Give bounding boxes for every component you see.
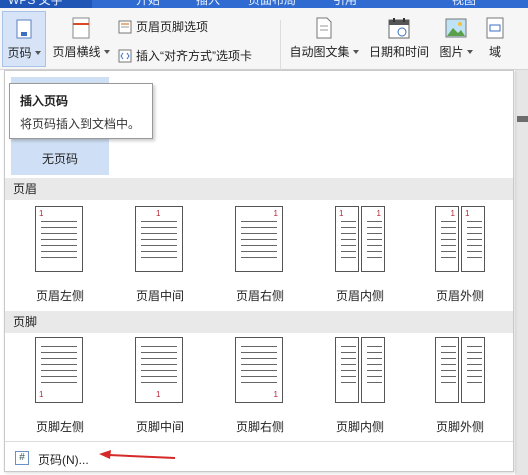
header-right-option[interactable]: 1 页眉右侧	[211, 202, 309, 312]
app-name: WPS 文字	[8, 0, 63, 7]
header-inside-label: 页眉内侧	[335, 289, 384, 303]
footer-center-option[interactable]: 1 页脚中间	[111, 333, 209, 443]
page-thumbnail: 1	[35, 337, 83, 403]
field-label: 域	[488, 45, 501, 59]
header-line-label: 页眉横线	[52, 45, 101, 59]
tooltip-description: 将页码插入到文档中。	[20, 117, 141, 131]
tab-insert[interactable]: 插入	[196, 0, 220, 8]
page-thumbnail-left: 1	[335, 206, 359, 272]
page-thumbnail-right: 1	[461, 206, 485, 272]
page-number-sample: 1	[156, 390, 161, 399]
page-number-sample: 1	[156, 209, 161, 218]
header-footer-options-label: 页眉页脚选项	[136, 20, 209, 34]
footer-left-label: 页脚左侧	[35, 420, 84, 434]
no-page-number-label: 无页码	[41, 152, 78, 166]
ribbon: 页码 页眉横线 页眉页脚选项 插入“对齐方式”选项卡 自动图文集 日期和时间 图…	[0, 8, 528, 70]
page-number-button[interactable]: 页码	[2, 11, 46, 67]
page-number-sample: 1	[376, 209, 381, 218]
title-bar: WPS 文字 开始 插入 页面布局 引用 视图	[0, 0, 528, 8]
page-thumbnail-right	[461, 337, 485, 403]
insert-align-tab-button[interactable]: 插入“对齐方式”选项卡	[118, 47, 252, 64]
footer-outside-label: 页脚外侧	[435, 420, 484, 434]
chevron-down-icon	[103, 49, 110, 54]
auto-text-icon	[313, 15, 335, 41]
page-number-icon	[13, 16, 35, 42]
page-thumbnail-right	[361, 337, 385, 403]
calendar-icon	[388, 15, 410, 41]
wps-window: WPS 文字 开始 插入 页面布局 引用 视图 页码 页眉横线 页眉页脚选项 插…	[0, 0, 528, 475]
hash-icon: #	[15, 451, 29, 465]
tab-view[interactable]: 视图	[452, 0, 476, 8]
header-outside-option[interactable]: 1 1 页眉外侧	[411, 202, 509, 312]
header-line-button[interactable]: 页眉横线	[50, 11, 112, 67]
chevron-down-icon	[34, 50, 41, 55]
tooltip-title: 插入页码	[20, 94, 69, 108]
field-icon	[484, 15, 506, 41]
header-line-icon	[70, 15, 92, 41]
page-number-sample: 1	[273, 209, 278, 218]
page-thumbnail-left	[435, 337, 459, 403]
header-right-label: 页眉右侧	[235, 289, 284, 303]
insert-align-tab-label: 插入“对齐方式”选项卡	[136, 49, 252, 63]
align-tab-icon	[118, 49, 132, 63]
page-number-more-label: 页码(N)...	[38, 453, 89, 467]
footer-right-label: 页脚右侧	[235, 420, 284, 434]
red-arrow-annotation	[99, 450, 176, 459]
page-number-sample: 1	[339, 209, 344, 218]
header-outside-label: 页眉外侧	[435, 289, 484, 303]
tab-page-layout[interactable]: 页面布局	[248, 0, 296, 8]
auto-text-button[interactable]: 自动图文集	[286, 11, 362, 67]
page-thumbnail: 1	[135, 337, 183, 403]
footer-inside-option[interactable]: 页脚内侧	[311, 333, 409, 443]
date-time-label: 日期和时间	[368, 45, 429, 59]
tab-home[interactable]: 开始	[136, 0, 160, 8]
footer-right-option[interactable]: 1 页脚右侧	[211, 333, 309, 443]
page-number-sample: 1	[39, 390, 44, 399]
tooltip: 插入页码 将页码插入到文档中。	[9, 83, 153, 139]
page-number-more-option[interactable]: # 页码(N)...	[5, 441, 513, 471]
header-footer-options[interactable]: 页眉页脚选项	[118, 18, 208, 35]
header-left-option[interactable]: 1 页眉左侧	[11, 202, 109, 312]
picture-button[interactable]: 图片	[436, 11, 476, 67]
ribbon-divider	[280, 20, 281, 70]
header-section-title: 页眉	[5, 178, 513, 200]
chevron-down-icon	[352, 49, 359, 54]
page-thumbnail: 1	[35, 206, 83, 272]
picture-label: 图片	[439, 45, 464, 59]
page-number-label: 页码	[7, 46, 32, 60]
page-thumbnail-left	[335, 337, 359, 403]
chevron-down-icon	[466, 49, 473, 54]
footer-inside-label: 页脚内侧	[335, 420, 384, 434]
footer-outside-option[interactable]: 页脚外侧	[411, 333, 509, 443]
page-thumbnail-left: 1	[435, 206, 459, 272]
page-thumbnail: 1	[135, 206, 183, 272]
footer-section-title: 页脚	[5, 311, 513, 333]
page-number-dropdown: 无页码 插入页码 将页码插入到文档中。 页眉 1 页眉左侧 1 页眉中间 1 页…	[4, 70, 514, 472]
header-left-label: 页眉左侧	[35, 289, 84, 303]
header-center-option[interactable]: 1 页眉中间	[111, 202, 209, 312]
picture-icon	[445, 15, 467, 41]
tab-references[interactable]: 引用	[333, 0, 357, 8]
header-footer-options-icon	[118, 20, 132, 34]
page-number-sample: 1	[450, 209, 455, 218]
date-time-button[interactable]: 日期和时间	[366, 11, 432, 67]
field-button[interactable]: 域	[480, 11, 510, 67]
auto-text-label: 自动图文集	[289, 45, 350, 59]
page-number-sample: 1	[39, 209, 44, 218]
header-inside-option[interactable]: 1 1 页眉内侧	[311, 202, 409, 312]
ruler-marker	[517, 116, 528, 122]
footer-center-label: 页脚中间	[135, 420, 184, 434]
page-thumbnail: 1	[235, 337, 283, 403]
page-number-sample: 1	[273, 390, 278, 399]
page-number-sample: 1	[465, 209, 470, 218]
header-center-label: 页眉中间	[135, 289, 184, 303]
footer-left-option[interactable]: 1 页脚左侧	[11, 333, 109, 443]
document-scroll-edge	[515, 70, 528, 475]
page-thumbnail: 1	[235, 206, 283, 272]
page-thumbnail-right: 1	[361, 206, 385, 272]
